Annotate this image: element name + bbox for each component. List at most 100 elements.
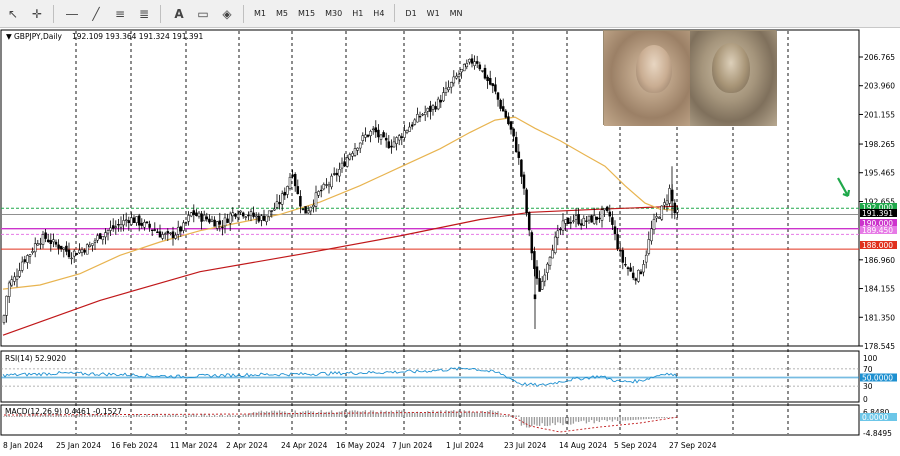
bull-candle — [52, 239, 55, 243]
bear-candle — [390, 145, 393, 148]
horizontal-line-icon[interactable]: ― — [61, 3, 83, 25]
bull-candle — [468, 59, 471, 63]
bull-candle — [41, 234, 45, 245]
date-tick-label: 23 Jul 2024 — [504, 441, 547, 450]
bull-candle — [13, 276, 16, 282]
bear-candle — [512, 128, 515, 137]
bear-candle — [517, 151, 521, 158]
bull-candle — [119, 224, 123, 228]
bear-candle — [577, 214, 580, 225]
bear-candle — [200, 213, 203, 222]
bear-candle — [616, 234, 619, 250]
portrait-right — [712, 43, 750, 93]
timeframe-m15-button[interactable]: M15 — [293, 4, 320, 24]
timeframe-m5-button[interactable]: M5 — [271, 4, 293, 24]
bear-candle — [226, 218, 229, 223]
timeframe-mn-button[interactable]: MN — [445, 4, 468, 24]
bull-candle — [561, 220, 565, 231]
bear-candle — [624, 264, 627, 266]
bear-candle — [613, 226, 617, 235]
bull-candle — [249, 211, 253, 216]
timeframe-h1-button[interactable]: H1 — [347, 4, 368, 24]
fibonacci-icon[interactable]: ≣ — [133, 3, 155, 25]
bull-candle — [338, 169, 341, 177]
bear-candle — [252, 212, 255, 217]
bull-candle — [546, 263, 549, 273]
bear-candle — [670, 190, 674, 195]
bull-candle — [20, 261, 24, 271]
channel-icon[interactable]: ≡ — [109, 3, 131, 25]
bull-candle — [275, 201, 279, 208]
bull-candle — [62, 247, 66, 250]
bull-candle — [455, 75, 458, 79]
bear-candle — [158, 231, 162, 238]
bear-candle — [247, 214, 250, 217]
candlesticks — [2, 54, 679, 330]
bull-candle — [202, 214, 206, 222]
bull-candle — [556, 230, 560, 238]
bull-candle — [657, 217, 661, 219]
bear-candle — [475, 61, 479, 64]
timeframe-m1-button[interactable]: M1 — [249, 4, 271, 24]
yen-note-image — [690, 31, 777, 126]
bull-candle — [267, 210, 271, 218]
label-icon[interactable]: ▭ — [192, 3, 214, 25]
bull-candle — [7, 282, 11, 297]
bear-candle — [530, 232, 534, 254]
bear-candle — [629, 267, 632, 272]
cursor-icon[interactable]: ↖ — [2, 3, 24, 25]
bull-candle — [286, 186, 289, 195]
bear-candle — [595, 216, 599, 220]
bull-candle — [236, 214, 240, 218]
chart-area[interactable]: 206.765 203.960 201.155 198.265 195.465 192.6… — [0, 28, 900, 456]
bear-candle — [439, 99, 443, 103]
bear-candle — [527, 212, 531, 231]
bear-candle — [621, 250, 625, 263]
bear-candle — [478, 64, 482, 70]
date-tick-label: 24 Apr 2024 — [281, 441, 328, 450]
bear-candle — [117, 224, 120, 226]
timeframe-d1-button[interactable]: D1 — [400, 4, 421, 24]
shapes-icon[interactable]: ◈ — [216, 3, 238, 25]
text-icon[interactable]: A — [168, 3, 190, 25]
date-tick-label: 7 Jun 2024 — [392, 441, 433, 450]
bull-candle — [96, 235, 99, 241]
bull-candle — [70, 257, 73, 260]
bull-candle — [223, 217, 227, 227]
bear-candle — [148, 223, 151, 228]
bull-candle — [260, 215, 263, 221]
bull-candle — [452, 76, 456, 84]
timeframe-w1-button[interactable]: W1 — [422, 4, 445, 24]
bull-candle — [28, 254, 32, 257]
timeframe-h4-button[interactable]: H4 — [368, 4, 389, 24]
bull-candle — [104, 232, 107, 238]
bear-candle — [44, 232, 47, 239]
bull-candle — [444, 87, 448, 93]
bull-candle — [652, 219, 656, 230]
bear-candle — [410, 124, 414, 127]
bear-candle — [483, 67, 487, 79]
bear-candle — [65, 245, 68, 252]
bull-candle — [176, 226, 180, 235]
bull-candle — [548, 256, 552, 266]
bull-candle — [397, 135, 401, 141]
bear-candle — [366, 134, 370, 137]
bull-candle — [457, 73, 461, 77]
date-tick-label: 11 Mar 2024 — [170, 441, 218, 450]
trendline-icon[interactable]: ╱ — [85, 3, 107, 25]
bear-candle — [153, 229, 157, 231]
timeframe-m30-button[interactable]: M30 — [320, 4, 347, 24]
bear-candle — [208, 218, 211, 223]
timeframe-list: M1 M5 M15 M30 H1 H4 D1 W1 MN — [249, 3, 468, 24]
crosshair-icon[interactable]: ✛ — [26, 3, 48, 25]
bull-candle — [325, 184, 328, 186]
bull-candle — [33, 243, 37, 253]
bull-candle — [603, 208, 606, 211]
bull-candle — [239, 210, 242, 213]
bear-candle — [434, 106, 437, 110]
bull-candle — [637, 269, 640, 282]
bear-candle — [127, 220, 131, 224]
bear-candle — [639, 271, 643, 275]
ma-200-line — [2, 205, 679, 336]
bull-candle — [351, 153, 354, 157]
